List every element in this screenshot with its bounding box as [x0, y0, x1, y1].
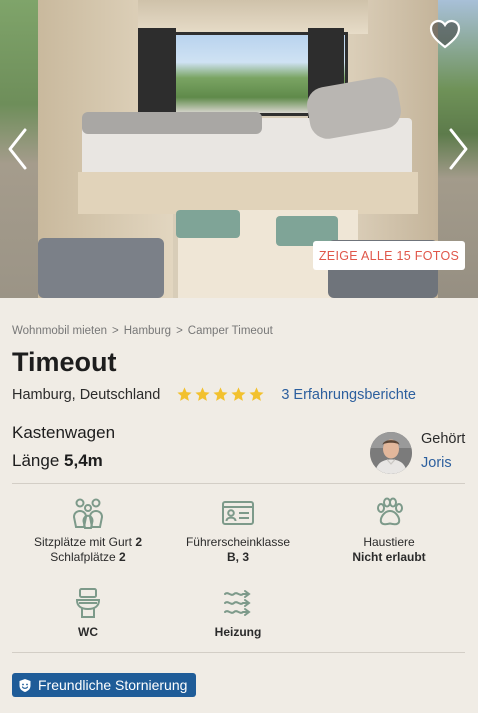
breadcrumb-separator: >: [176, 325, 183, 337]
sleeping-line: Schlafplätze 2: [12, 550, 164, 565]
owner-name-link[interactable]: Joris: [421, 455, 452, 471]
photo-gallery[interactable]: ZEIGE ALLE 15 FOTOS: [0, 0, 478, 298]
favorite-button[interactable]: [428, 18, 462, 50]
people-icon: [72, 498, 104, 529]
seats-label: Sitzplätze mit Gurt: [33, 535, 132, 549]
chevron-right-icon: [449, 128, 468, 170]
feature-heating: Heizung: [162, 587, 314, 640]
feature-seats: Sitzplätze mit Gurt 2 Schlafplätze 2: [12, 497, 164, 565]
pets-label: Haustiere: [363, 535, 415, 549]
previous-photo-button[interactable]: [4, 124, 32, 174]
breadcrumb-item-listing[interactable]: Camper Timeout: [188, 325, 273, 337]
owner-avatar[interactable]: [370, 432, 412, 474]
show-all-photos-button[interactable]: ZEIGE ALLE 15 FOTOS: [313, 241, 465, 270]
feature-license: Führerscheinklasse B, 3: [162, 497, 314, 565]
location-rating-row: Hamburg, Deutschland 3 Erfahrungsbericht…: [12, 386, 416, 403]
divider: [12, 652, 465, 653]
license-value: B, 3: [226, 550, 249, 564]
cancellation-label: Freundliche Stornierung: [38, 677, 188, 693]
vehicle-length: Länge 5,4m: [12, 451, 103, 471]
avatar-photo: [370, 432, 412, 474]
page-title: Timeout: [12, 347, 117, 377]
wc-value: WC: [78, 625, 98, 639]
chevron-left-icon: [8, 128, 27, 170]
toilet-icon: [75, 588, 101, 618]
vehicle-type: Kastenwagen: [12, 423, 116, 442]
license-label: Führerscheinklasse: [185, 535, 291, 549]
heart-icon: [429, 19, 461, 49]
breadcrumb-separator: >: [112, 325, 119, 337]
pets-value: Nicht erlaubt: [352, 550, 426, 564]
reviews-link[interactable]: 3 Erfahrungsberichte: [281, 387, 416, 403]
location-text: Hamburg, Deutschland: [12, 386, 161, 403]
license-card-icon: [222, 501, 254, 525]
seats-value: 2: [135, 535, 143, 549]
next-photo-button[interactable]: [444, 124, 472, 174]
star-icon: [249, 387, 264, 401]
length-label: Länge: [12, 451, 60, 470]
seats-line: Sitzplätze mit Gurt 2: [12, 535, 164, 550]
paw-icon: [377, 497, 403, 526]
feature-wc: WC: [12, 587, 164, 640]
rating-stars: [176, 386, 265, 403]
star-icon: [231, 387, 246, 401]
heating-value: Heizung: [214, 625, 262, 639]
divider: [12, 483, 465, 484]
sleeping-label: Schlafplätze: [50, 550, 116, 564]
owner-label: Gehört: [421, 431, 466, 447]
length-value: 5,4m: [64, 451, 103, 470]
breadcrumb-item-city[interactable]: Hamburg: [124, 325, 171, 337]
sleeping-value: 2: [119, 550, 126, 564]
cancellation-badge[interactable]: Freundliche Stornierung: [12, 673, 197, 697]
feature-pets: Haustiere Nicht erlaubt: [313, 497, 465, 565]
star-icon: [177, 387, 192, 401]
smile-shield-icon: [19, 678, 31, 692]
breadcrumb: Wohnmobil mieten > Hamburg > Camper Time…: [12, 325, 273, 337]
breadcrumb-item-rent[interactable]: Wohnmobil mieten: [12, 325, 107, 337]
star-icon: [195, 387, 210, 401]
star-icon: [213, 387, 228, 401]
heating-icon: [224, 590, 251, 616]
